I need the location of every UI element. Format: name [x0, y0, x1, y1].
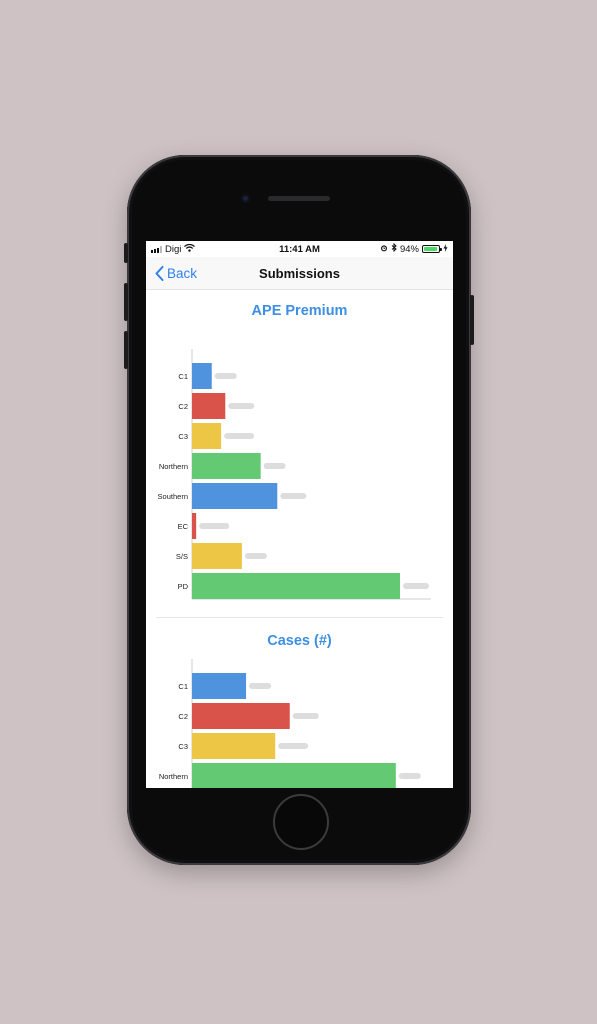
blurred-value-label	[263, 463, 286, 469]
blurred-value-label	[228, 403, 255, 409]
bar-c1[interactable]	[192, 673, 247, 699]
bar-southern[interactable]	[192, 483, 278, 509]
front-camera	[241, 194, 250, 203]
chevron-left-icon	[155, 265, 164, 281]
category-label-s-s: S/S	[176, 552, 188, 561]
category-label-c2: C2	[178, 402, 188, 411]
home-button[interactable]	[273, 794, 329, 850]
blurred-value-label	[292, 713, 319, 719]
bar-c2[interactable]	[192, 393, 226, 419]
blurred-value-label	[249, 683, 272, 689]
blurred-value-label	[278, 743, 309, 749]
bar-ec[interactable]	[192, 513, 197, 539]
power-button	[470, 295, 474, 345]
back-button[interactable]: Back	[146, 265, 198, 281]
volume-up-button	[124, 283, 128, 321]
back-label: Back	[167, 265, 198, 281]
bar-c2[interactable]	[192, 703, 290, 729]
volume-down-button	[124, 331, 128, 369]
category-label-c3: C3	[178, 432, 188, 441]
chart-ape-premium: C1 C2 C3 Northern Southern EC S/S PD	[146, 319, 453, 617]
category-label-northern: Northern	[159, 772, 188, 781]
bar-c1[interactable]	[192, 363, 212, 389]
blurred-value-label	[398, 773, 421, 779]
chart-cases-svg: C1 C2 C3 Northern	[159, 659, 421, 788]
category-label-c1: C1	[178, 682, 188, 691]
chart-list[interactable]: APE Premium C1 C2 C3 Northern Southern EC S/S P…	[146, 290, 453, 788]
battery-icon	[422, 245, 442, 253]
bar-northern[interactable]	[192, 453, 261, 479]
category-label-ec: EC	[178, 522, 189, 531]
status-time: 11:41 AM	[279, 243, 320, 255]
bar-pd[interactable]	[192, 573, 400, 599]
bar-c3[interactable]	[192, 423, 222, 449]
navigation-bar: Back Submissions	[146, 257, 453, 290]
mute-switch	[124, 243, 128, 263]
blurred-value-label	[224, 433, 255, 439]
category-label-c3: C3	[178, 742, 188, 751]
bar-c3[interactable]	[192, 733, 276, 759]
chart-title-ape-premium: APE Premium	[251, 303, 348, 319]
blurred-value-label	[244, 553, 267, 559]
category-label-southern: Southern	[158, 492, 188, 501]
earpiece-speaker	[268, 196, 330, 201]
category-label-northern: Northern	[159, 462, 188, 471]
chart-title-cases: Cases (#)	[267, 633, 332, 649]
chart-ape-premium-svg: C1 C2 C3 Northern Southern EC S/S PD	[158, 349, 431, 600]
category-label-pd: PD	[178, 582, 189, 591]
category-label-c2: C2	[178, 712, 188, 721]
blurred-value-label	[403, 583, 429, 589]
bar-northern[interactable]	[192, 763, 396, 788]
chart-cases: C1 C2 C3 Northern	[146, 649, 453, 788]
blurred-value-label	[280, 493, 307, 499]
category-label-c1: C1	[178, 372, 188, 381]
blurred-value-label	[199, 523, 230, 529]
phone-screen: Digi 11:41 AM 94% Back Submissions APE P…	[146, 241, 453, 788]
blurred-value-label	[214, 373, 237, 379]
status-bar: Digi 11:41 AM 94%	[146, 241, 453, 257]
bar-s-s[interactable]	[192, 543, 242, 569]
